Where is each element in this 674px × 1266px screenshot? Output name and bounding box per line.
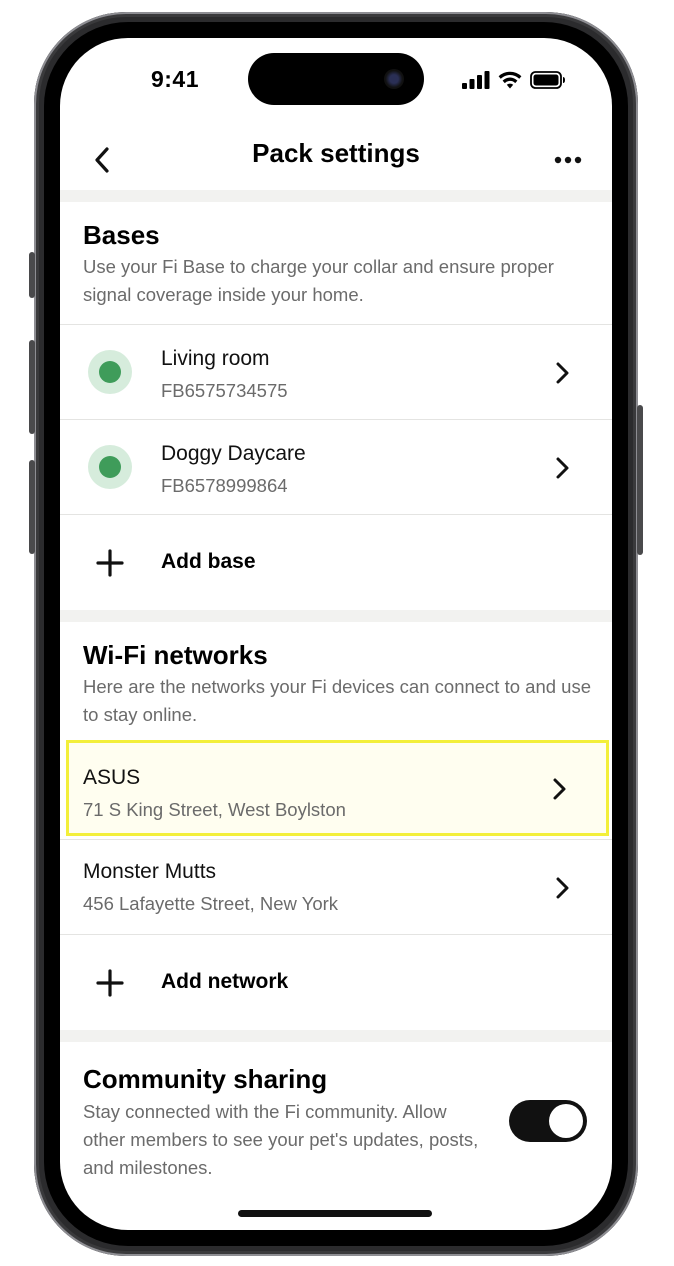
plus-icon bbox=[96, 549, 124, 577]
community-section-description: Stay connected with the Fi community. Al… bbox=[83, 1101, 479, 1178]
online-dot-icon bbox=[99, 361, 121, 383]
home-indicator bbox=[238, 1210, 432, 1217]
network-name: Monster Mutts bbox=[83, 860, 217, 883]
community-sharing-toggle[interactable] bbox=[509, 1100, 587, 1142]
wifi-section-title: Wi-Fi networks bbox=[83, 640, 268, 670]
volume-up-button bbox=[29, 340, 35, 434]
network-name: ASUS bbox=[83, 766, 141, 789]
wifi-section-description: Here are the networks your Fi devices ca… bbox=[83, 676, 591, 725]
power-button bbox=[637, 405, 643, 555]
add-base-button[interactable]: Add base bbox=[60, 514, 612, 609]
community-section-title: Community sharing bbox=[83, 1064, 328, 1094]
base-id: FB6578999864 bbox=[161, 475, 288, 496]
section-divider bbox=[60, 1030, 612, 1042]
wifi-row-monster-mutts[interactable]: Monster Mutts 456 Lafayette Street, New … bbox=[60, 839, 612, 934]
base-status-indicator bbox=[88, 350, 132, 394]
dynamic-island bbox=[248, 53, 424, 105]
base-id: FB6575734575 bbox=[161, 380, 288, 401]
section-divider bbox=[60, 610, 612, 622]
chevron-right-icon bbox=[556, 877, 569, 899]
base-status-indicator bbox=[88, 445, 132, 489]
chevron-right-icon bbox=[553, 778, 566, 800]
add-network-label: Add network bbox=[161, 970, 289, 993]
base-row-doggy-daycare[interactable]: Doggy Daycare FB6578999864 bbox=[60, 419, 612, 514]
camera-icon bbox=[384, 69, 404, 89]
base-row-living-room[interactable]: Living room FB6575734575 bbox=[60, 324, 612, 419]
add-base-label: Add base bbox=[161, 550, 256, 573]
bases-section-title: Bases bbox=[83, 220, 160, 250]
chevron-right-icon bbox=[556, 362, 569, 384]
screen: 9:41 Pack settings Bases Use your Fi Bas… bbox=[60, 38, 612, 1230]
online-dot-icon bbox=[99, 456, 121, 478]
battery-icon bbox=[530, 71, 565, 89]
cellular-signal-icon bbox=[462, 71, 490, 89]
nav-bar: Pack settings bbox=[60, 128, 612, 192]
toggle-knob bbox=[549, 1104, 583, 1138]
more-horizontal-icon bbox=[554, 156, 582, 164]
wifi-icon bbox=[498, 71, 522, 89]
base-name: Living room bbox=[161, 347, 270, 370]
volume-down-button bbox=[29, 460, 35, 554]
page-title: Pack settings bbox=[252, 138, 420, 168]
add-network-button[interactable]: Add network bbox=[60, 934, 612, 1029]
more-options-button[interactable] bbox=[550, 142, 586, 178]
network-address: 456 Lafayette Street, New York bbox=[83, 893, 339, 914]
wifi-row-asus[interactable]: ASUS 71 S King Street, West Boylston bbox=[66, 740, 609, 836]
network-address: 71 S King Street, West Boylston bbox=[83, 799, 346, 820]
bases-section-description: Use your Fi Base to charge your collar a… bbox=[83, 256, 554, 305]
base-name: Doggy Daycare bbox=[161, 442, 306, 465]
chevron-right-icon bbox=[556, 457, 569, 479]
status-icons bbox=[462, 70, 566, 90]
section-divider bbox=[60, 190, 612, 202]
status-time: 9:41 bbox=[150, 66, 200, 92]
action-button bbox=[29, 252, 35, 298]
plus-icon bbox=[96, 969, 124, 997]
